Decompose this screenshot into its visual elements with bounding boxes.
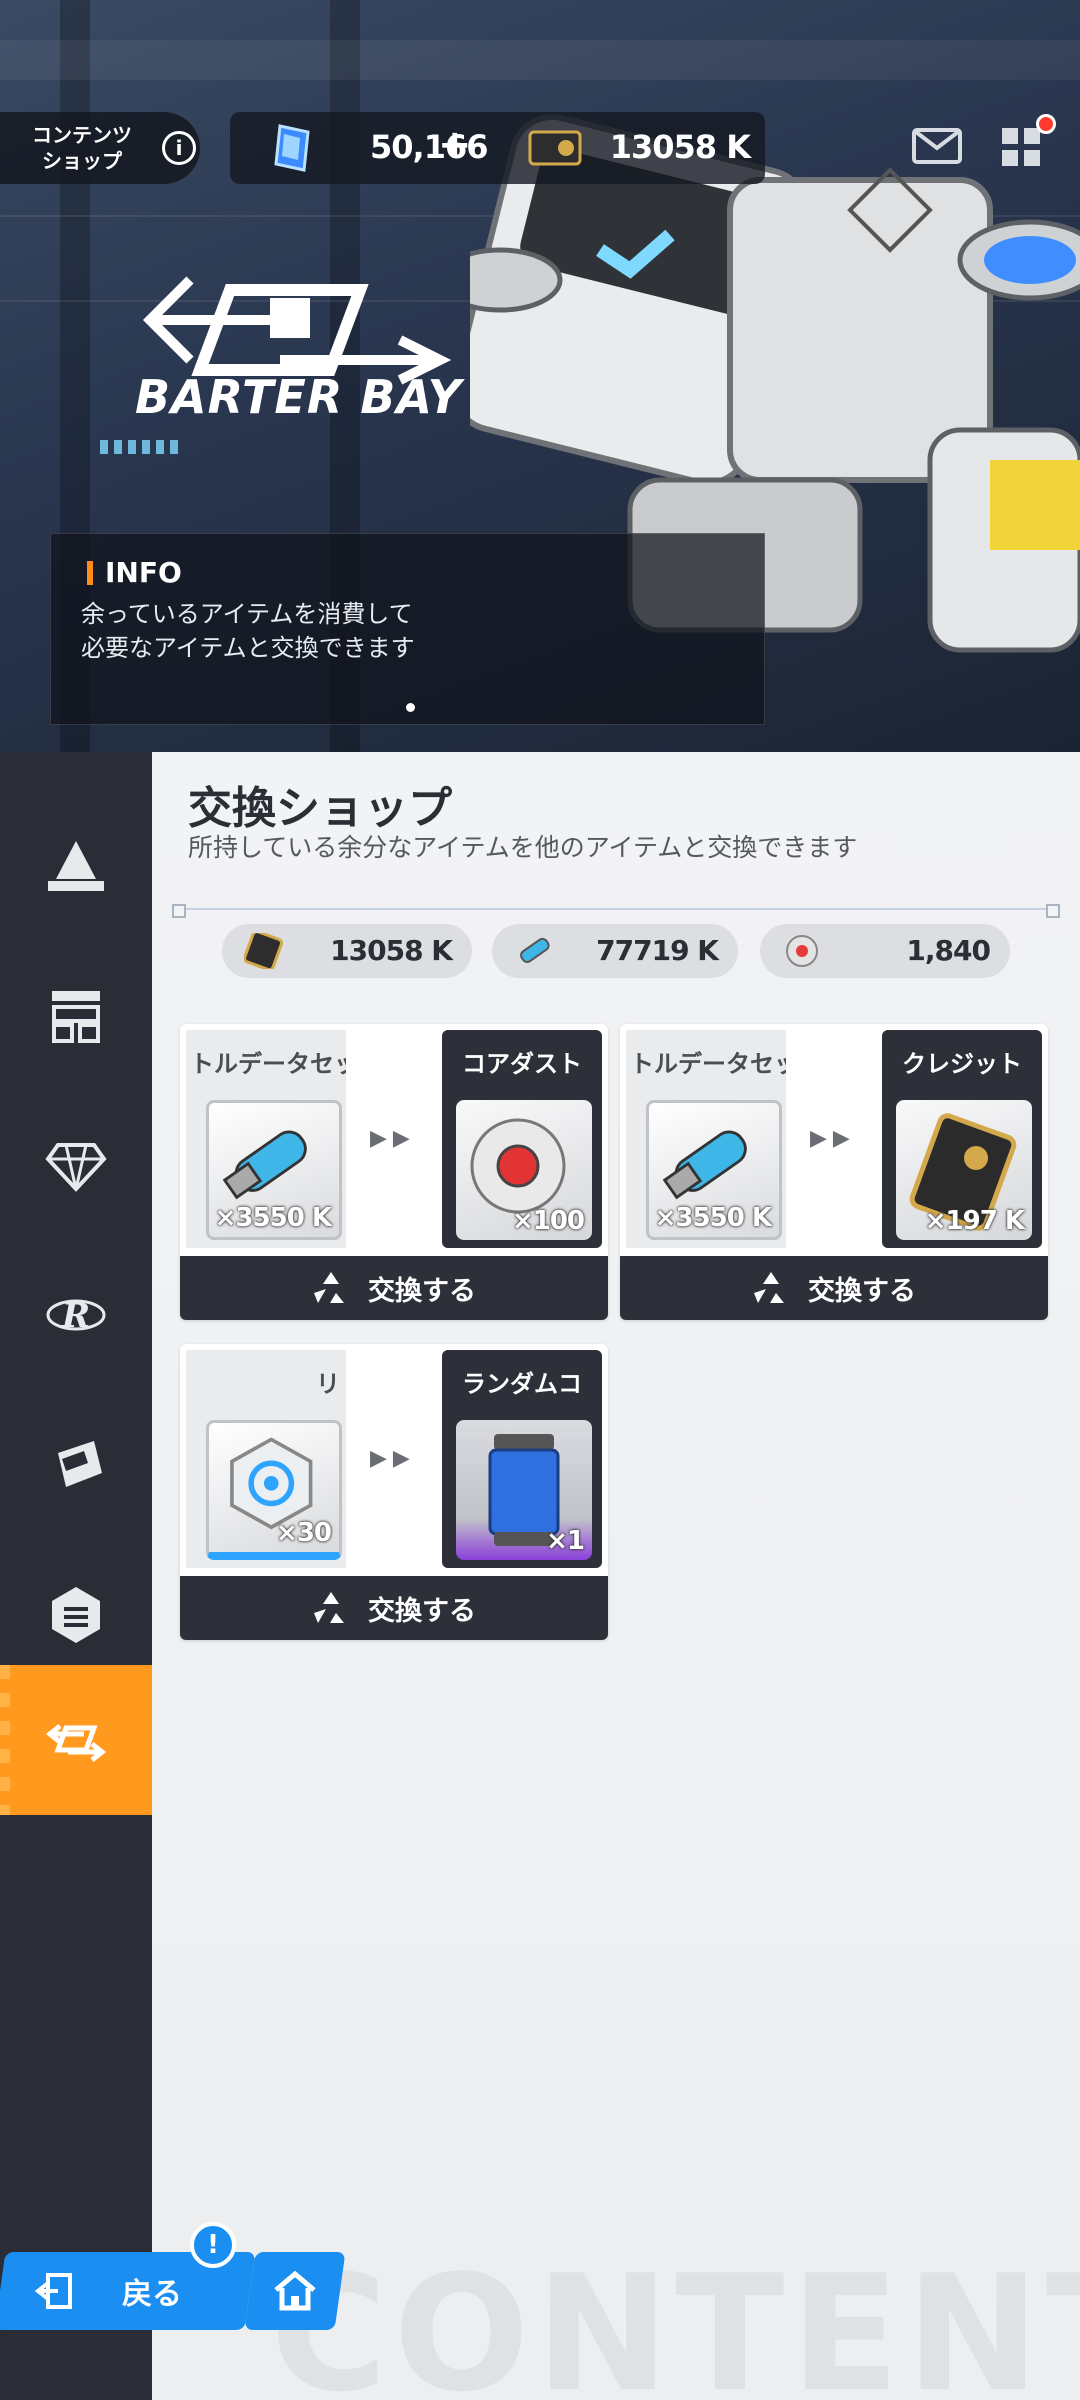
exchange-source: リ ×30 <box>186 1350 346 1568</box>
home-icon <box>274 2270 316 2311</box>
credit-card-icon <box>244 933 284 969</box>
source-title: トルデータセッ <box>630 1050 786 1078</box>
info-line-2: 必要なアイテムと交換できます <box>81 634 415 662</box>
source-quantity: ×30 <box>276 1518 332 1548</box>
exchange-target: コアダスト ×100 <box>442 1030 602 1248</box>
sidebar-item-barter[interactable] <box>0 1665 170 1815</box>
exchange-shop-panel: 交換ショップ 所持している余分なアイテムを他のアイテムと交換できます 13058… <box>152 752 1080 2400</box>
exchange-target: クレジット ×197 K <box>882 1030 1042 1248</box>
resource-value: 13058 K <box>330 934 453 967</box>
info-line-1: 余っているアイテムを消費して <box>81 600 413 628</box>
resource-pill-credit: 13058 K <box>222 924 472 978</box>
currency-bar: 50,166 + 13058 K <box>230 112 765 184</box>
data-usb-icon <box>520 937 550 963</box>
info-title: INFO <box>87 556 182 589</box>
shop-stall-icon <box>52 991 100 1043</box>
back-button-content: 戻る <box>0 2269 182 2313</box>
info-panel: INFO 余っているアイテムを消費して 必要なアイテムと交換できます <box>50 533 765 725</box>
exchange-source: トルデータセッ ×3550 K <box>186 1030 346 1248</box>
target-title: ランダムコ <box>462 1370 582 1398</box>
mail-icon[interactable] <box>912 128 962 164</box>
alert-badge: ! <box>190 2222 236 2268</box>
sidebar-item-outpost[interactable] <box>0 792 152 942</box>
info-title-text: INFO <box>105 556 182 589</box>
source-item[interactable]: ×3550 K <box>646 1100 782 1240</box>
grid-menu-icon[interactable] <box>1000 126 1042 168</box>
exchange-button[interactable]: 交換する <box>180 1576 608 1640</box>
neon-light <box>100 440 180 454</box>
source-item[interactable]: ×3550 K <box>206 1100 342 1240</box>
exchange-button-label: 交換する <box>368 1275 476 1307</box>
background-beam <box>0 40 1080 80</box>
carousel-dot[interactable] <box>406 703 415 712</box>
active-edge-pattern <box>0 1665 10 1815</box>
ticket-icon <box>58 1441 102 1487</box>
source-item[interactable]: ×30 <box>206 1420 342 1560</box>
core-dust-icon <box>786 935 818 967</box>
recycle-icon <box>754 1272 784 1303</box>
source-quantity: ×3550 K <box>654 1203 772 1233</box>
exchange-button[interactable]: 交換する <box>620 1256 1048 1320</box>
sidebar-item-shop[interactable] <box>0 940 152 1090</box>
exchange-card: トルデータセッ ×3550 K ▶▶ クレジット ×197 K 交換する <box>620 1024 1048 1320</box>
diamond-icon <box>45 1143 107 1192</box>
exchange-card: トルデータセッ ×3550 K ▶▶ コアダスト ×100 交換する <box>180 1024 608 1320</box>
sidebar-item-ticket[interactable] <box>0 1390 152 1540</box>
section-divider <box>172 904 1060 918</box>
sidebar-item-gem-shop[interactable] <box>0 1090 152 1240</box>
content-watermark: CONTENT <box>270 2240 1080 2400</box>
back-button-label: 戻る <box>122 2277 182 2312</box>
target-item[interactable]: ×100 <box>456 1100 592 1240</box>
recycle-r-icon: R <box>46 1296 106 1336</box>
recycle-icon <box>314 1592 344 1623</box>
exchange-button-label: 交換する <box>368 1595 476 1627</box>
exit-icon <box>34 2273 72 2309</box>
target-title: コアダスト <box>462 1050 582 1078</box>
info-icon[interactable]: i <box>162 131 196 165</box>
resource-pill-data: 77719 K <box>492 924 738 978</box>
exchange-button-label: 交換する <box>808 1275 916 1307</box>
exchange-target: ランダムコ ×1 <box>442 1350 602 1568</box>
target-quantity: ×100 <box>511 1206 585 1236</box>
exchange-arrow-icon: ▶▶ <box>370 1446 416 1471</box>
target-quantity: ×1 <box>546 1526 585 1556</box>
barter-arrows-icon <box>45 1724 107 1762</box>
info-accent-bar <box>87 560 93 585</box>
exchange-card: リ ×30 ▶▶ ランダムコ ×1 交換する <box>180 1344 608 1640</box>
target-title: クレジット <box>902 1050 1022 1078</box>
target-item[interactable]: ×1 <box>456 1420 592 1560</box>
source-title: リ <box>316 1370 340 1398</box>
content-shop-tag[interactable]: コンテンツ ショップ i <box>0 112 200 184</box>
source-quantity: ×3550 K <box>214 1203 332 1233</box>
hexagon-icon <box>52 1587 100 1643</box>
source-title: トルデータセッ <box>190 1050 346 1078</box>
content-shop-label: コンテンツ ショップ <box>32 123 132 173</box>
notification-dot <box>1036 114 1056 134</box>
category-sidebar: R <box>0 752 170 2400</box>
svg-text:R: R <box>61 1296 90 1336</box>
sidebar-item-recycle[interactable]: R <box>0 1240 152 1390</box>
target-quantity: ×197 K <box>924 1206 1025 1236</box>
page-subtitle: 所持している余分なアイテムを他のアイテムと交換できます <box>188 833 858 862</box>
logo-text: BARTER BAY <box>135 370 462 424</box>
recycle-icon <box>314 1272 344 1303</box>
resource-pill-core-dust: 1,840 <box>760 924 1010 978</box>
resource-value: 77719 K <box>596 934 719 967</box>
exchange-arrow-icon: ▶▶ <box>370 1126 416 1151</box>
home-button[interactable] <box>244 2252 346 2330</box>
top-bar: コンテンツ ショップ i 50,166 + 13058 K <box>0 112 1080 188</box>
exchange-source: トルデータセッ ×3550 K <box>626 1030 786 1248</box>
exchange-button[interactable]: 交換する <box>180 1256 608 1320</box>
exchange-arrow-icon: ▶▶ <box>810 1126 856 1151</box>
page-title: 交換ショップ <box>188 783 452 834</box>
resource-value: 1,840 <box>906 934 991 967</box>
target-item[interactable]: ×197 K <box>896 1100 1032 1240</box>
outpost-icon <box>48 841 104 891</box>
credit-amount: 13058 K <box>609 128 751 166</box>
